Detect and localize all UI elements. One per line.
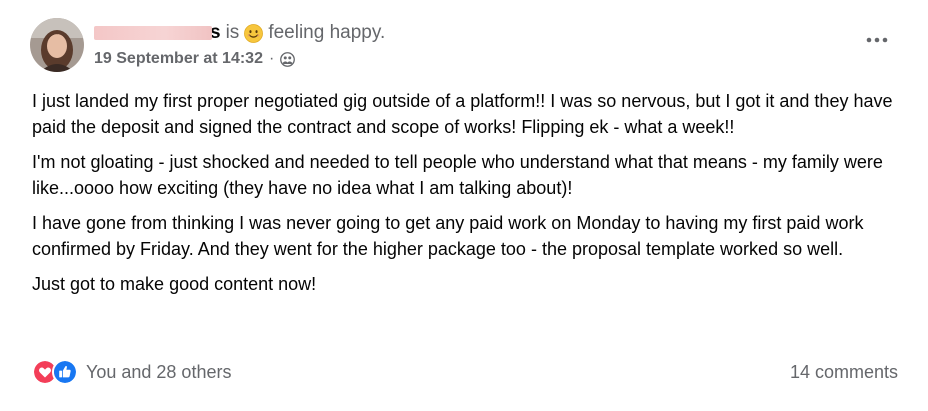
profile-photo: [30, 18, 84, 72]
facebook-post: s is feeling happy. 19 September at 14:3…: [0, 0, 928, 411]
reactions-summary[interactable]: You and 28 others: [32, 359, 231, 385]
post-footer: You and 28 others 14 comments: [32, 358, 898, 386]
post-timestamp[interactable]: 19 September at 14:32: [94, 50, 263, 68]
post-body: I just landed my first proper negotiated…: [32, 88, 900, 306]
post-paragraph: I'm not gloating - just shocked and need…: [32, 152, 883, 198]
like-reaction-icon: [52, 359, 78, 385]
redacted-name: [94, 26, 212, 40]
post-header: s is feeling happy.: [94, 20, 385, 46]
meta-separator: ·: [268, 50, 275, 67]
post-paragraph: I just landed my first proper negotiated…: [32, 91, 893, 137]
more-options-button[interactable]: [864, 30, 890, 50]
post-meta: 19 September at 14:32 ·: [94, 48, 296, 70]
comments-count[interactable]: 14 comments: [790, 362, 898, 383]
smiling-face-emoji-icon: [244, 23, 264, 43]
reactions-count[interactable]: You and 28 others: [86, 362, 231, 383]
reaction-icons: [32, 359, 78, 385]
author-name[interactable]: [94, 20, 212, 46]
avatar[interactable]: [30, 18, 84, 72]
post-paragraph: Just got to make good content now!: [32, 274, 317, 294]
status-prefix: is: [225, 22, 240, 43]
friends-icon[interactable]: [280, 51, 296, 67]
feeling-label[interactable]: feeling happy.: [268, 22, 385, 44]
post-paragraph: I have gone from thinking I was never go…: [32, 213, 864, 259]
more-options-icon: [866, 37, 888, 43]
